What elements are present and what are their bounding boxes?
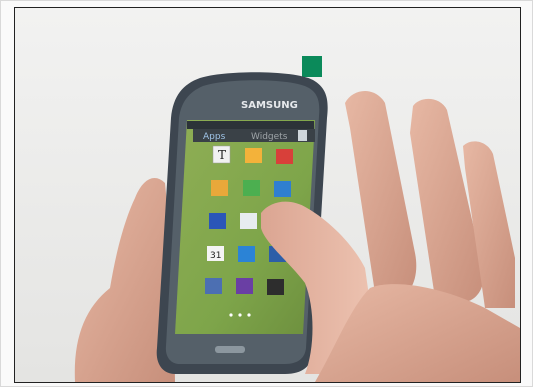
videoplayer-app-icon: [267, 279, 284, 295]
page-dot: [247, 313, 251, 317]
download-icon: [298, 130, 307, 141]
calendar-day: 31: [210, 251, 221, 261]
playbooks-app-icon: [274, 181, 291, 197]
home-button: [215, 346, 245, 353]
video-app-icon: [236, 278, 253, 294]
image-frame: SAMSUNG Apps Widgets T 31: [0, 0, 533, 387]
settings-app-icon: [205, 278, 222, 294]
green-sticker: [302, 56, 322, 77]
page-dot: [238, 313, 242, 317]
messaging-app-icon: [245, 148, 262, 163]
photo-illustration: SAMSUNG Apps Widgets T 31: [15, 8, 520, 382]
photo: SAMSUNG Apps Widgets T 31: [14, 7, 521, 383]
page-dot: [229, 313, 233, 317]
phone-brand: SAMSUNG: [241, 100, 298, 111]
ssuggest-app-icon: [238, 246, 255, 262]
messages-app-icon: [276, 149, 293, 164]
phone-app-icon: [243, 180, 260, 196]
svg-text:T: T: [218, 148, 226, 162]
tab-apps: Apps: [203, 132, 226, 142]
playstore-app-icon: [240, 213, 257, 229]
myfiles-app-icon: [211, 180, 228, 196]
tab-widgets: Widgets: [251, 132, 288, 142]
playmusic-app-icon: [209, 213, 226, 229]
